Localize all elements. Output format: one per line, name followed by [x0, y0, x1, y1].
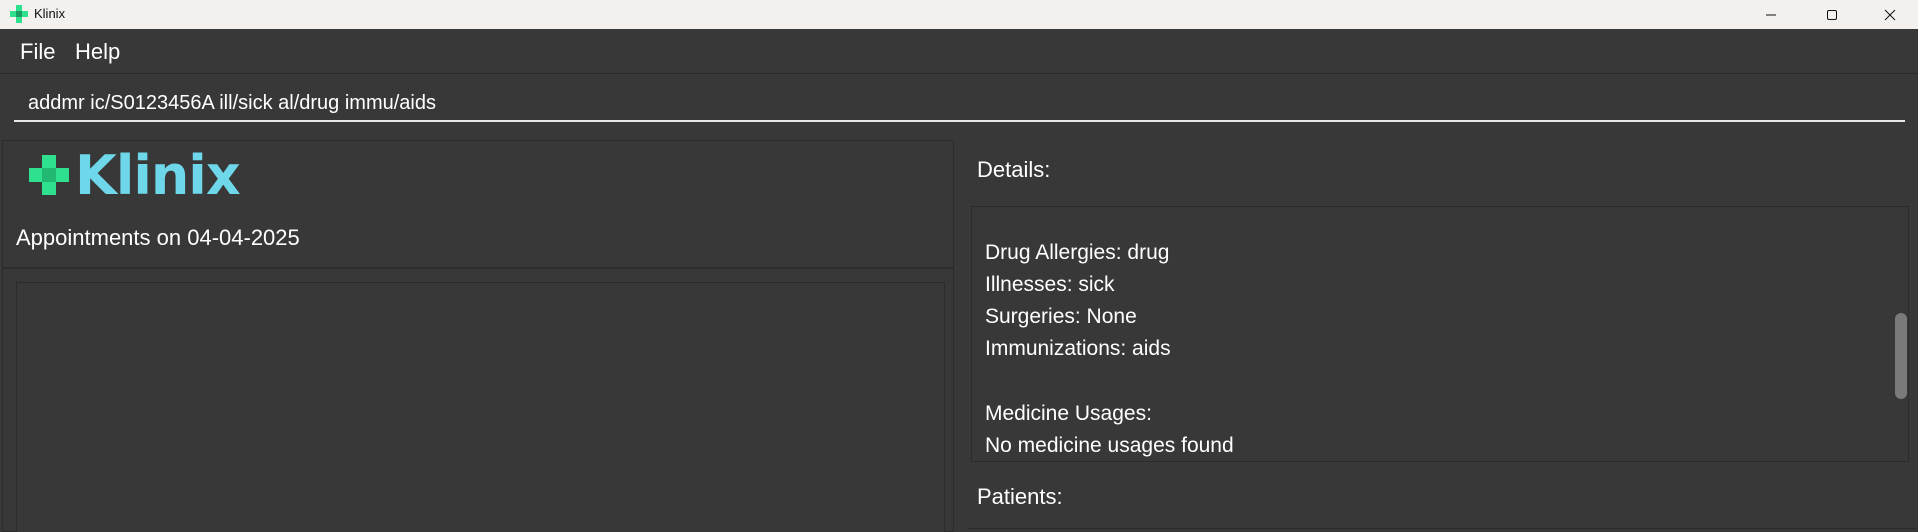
patients-label: Patients: — [977, 484, 1063, 509]
details-drug-allergies: Drug Allergies: drug — [985, 241, 1170, 264]
maximize-icon — [1826, 9, 1837, 20]
appointments-panel: Klinix Appointments on 04-04-2025 — [2, 140, 954, 532]
window-title: Klinix — [34, 6, 66, 21]
menu-help[interactable]: Help — [75, 39, 120, 65]
appointments-heading: Appointments on 04-04-2025 — [16, 225, 300, 250]
command-input[interactable] — [14, 86, 1905, 122]
appointments-list[interactable] — [16, 282, 945, 532]
details-panel: Details: Drug Allergies: drug Illnesses:… — [955, 140, 1918, 532]
logo-text: Klinix — [75, 143, 241, 207]
details-illnesses: Illnesses: sick — [985, 273, 1115, 296]
klinix-logo: Klinix — [27, 144, 241, 207]
command-area — [0, 73, 1918, 140]
klinix-window: Klinix File Help addmr ic/S0123456A ill/… — [0, 0, 1918, 532]
minimize-icon — [1765, 14, 1776, 15]
details-box[interactable]: Drug Allergies: drug Illnesses: sick Sur… — [971, 206, 1909, 462]
maximize-button[interactable] — [1804, 0, 1859, 29]
details-medicine-empty: No medicine usages found — [985, 434, 1234, 457]
details-immunizations: Immunizations: aids — [985, 337, 1171, 360]
divider — [3, 267, 953, 269]
close-icon — [1884, 9, 1895, 20]
logo-plus-icon — [29, 155, 69, 195]
details-label: Details: — [977, 157, 1051, 182]
details-surgeries: Surgeries: None — [985, 305, 1137, 328]
minimize-button[interactable] — [1743, 0, 1798, 29]
title-bar: Klinix — [0, 0, 1918, 29]
details-scrollbar[interactable] — [1895, 313, 1907, 399]
menu-file[interactable]: File — [20, 39, 55, 65]
details-medicine-heading: Medicine Usages: — [985, 402, 1152, 425]
close-button[interactable] — [1862, 0, 1917, 29]
menu-bar: File Help — [0, 29, 1918, 73]
app-plus-icon — [10, 5, 28, 23]
patients-list[interactable] — [967, 528, 1917, 532]
